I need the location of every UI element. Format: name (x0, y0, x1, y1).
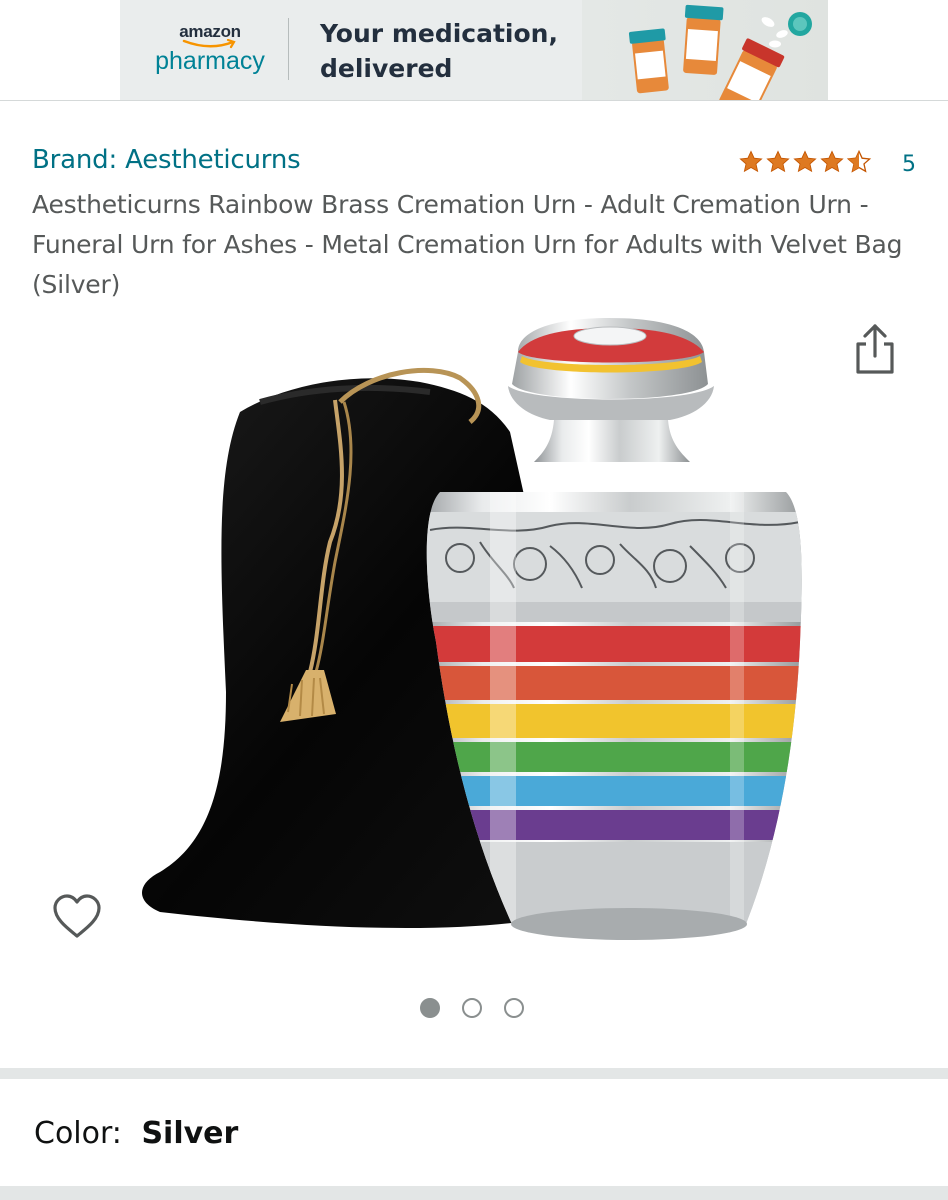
product-image[interactable] (130, 312, 820, 952)
banner-headline-line1: Your medication, (320, 19, 558, 48)
star-rating (738, 149, 873, 175)
image-pagination-dots (420, 998, 524, 1018)
star-full-icon (793, 150, 817, 173)
banner-headline-line2: delivered (320, 54, 453, 83)
rating-count[interactable]: 5 (902, 152, 916, 177)
pharmacy-banner[interactable]: amazon pharmacy Your medication, deliver… (120, 0, 828, 100)
logo-pharmacy-text: pharmacy (155, 47, 265, 75)
color-selector[interactable]: Color: Silver (34, 1116, 238, 1151)
star-full-icon (766, 150, 790, 173)
amazon-pharmacy-logo: amazon pharmacy (150, 22, 270, 76)
color-label: Color: (34, 1116, 122, 1151)
color-value: Silver (141, 1116, 239, 1151)
image-dot-3[interactable] (504, 998, 524, 1018)
image-dot-1[interactable] (420, 998, 440, 1018)
banner-divider (288, 18, 289, 80)
section-divider (0, 1068, 948, 1079)
star-full-icon (820, 150, 844, 173)
product-title: Aestheticurns Rainbow Brass Cremation Ur… (32, 190, 903, 299)
rating-widget[interactable]: 5 (738, 147, 916, 177)
image-dot-2[interactable] (462, 998, 482, 1018)
pharmacy-banner-container: amazon pharmacy Your medication, deliver… (0, 0, 948, 101)
heart-icon[interactable] (50, 890, 104, 944)
banner-headline: Your medication, delivered (320, 16, 558, 86)
section-divider-bottom (0, 1186, 948, 1200)
share-icon[interactable] (852, 322, 898, 376)
star-half-icon (846, 149, 872, 173)
star-full-icon (739, 150, 763, 173)
brand-link[interactable]: Brand: Aestheticurns (32, 145, 301, 175)
medication-bottles-image (582, 0, 828, 100)
logo-amazon-text: amazon (179, 22, 241, 41)
